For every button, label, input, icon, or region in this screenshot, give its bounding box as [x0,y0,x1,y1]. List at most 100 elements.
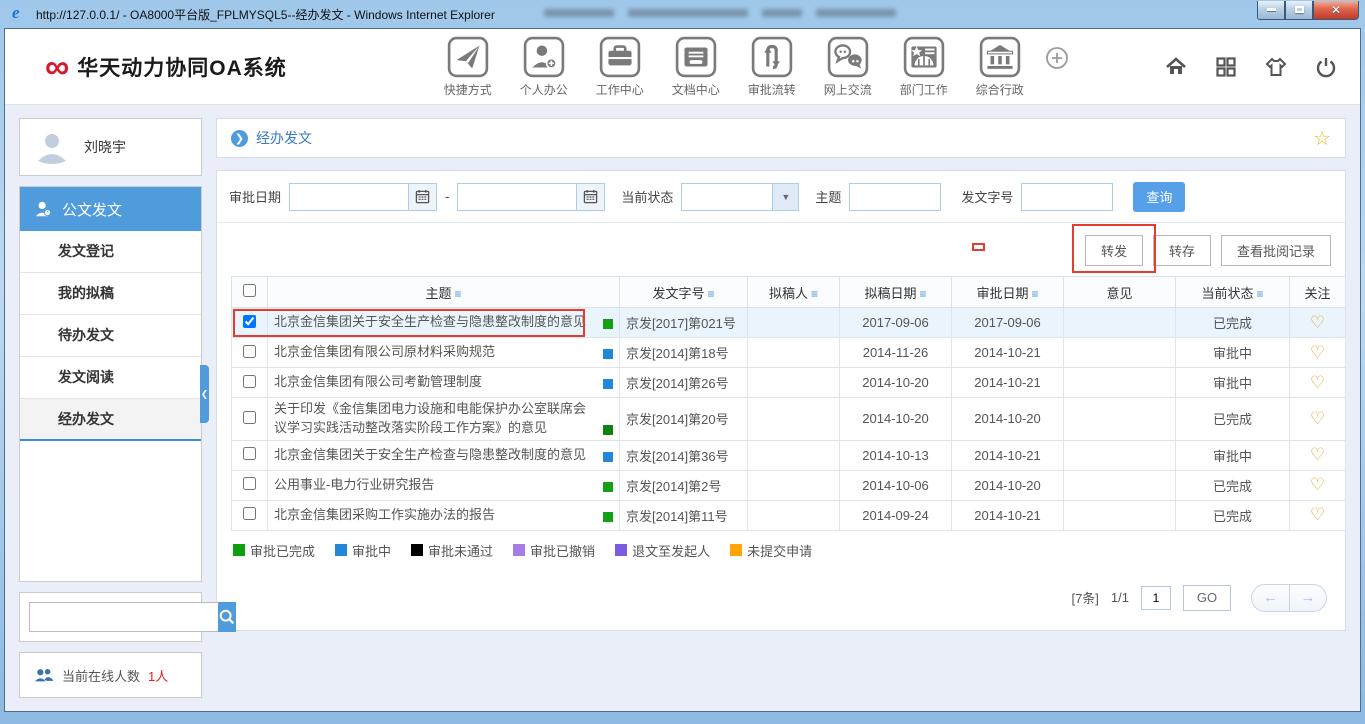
doc-no-filter-label: 发文字号 [961,187,1013,206]
person-doc-icon [34,200,52,218]
column-header[interactable]: 发文字号≡ [620,277,748,308]
chevron-down-icon[interactable]: ▼ [772,184,798,210]
sort-icon[interactable]: ≡ [1257,287,1264,301]
sidebar-search-input[interactable] [29,602,218,632]
sidebar-menu-item[interactable]: 发文阅读 [20,357,201,399]
approve-date-from-input[interactable] [290,184,408,210]
table-row[interactable]: 北京金信集团采购工作实施办法的报告 京发[2014]第11号 2014-09-2… [232,500,1346,530]
sort-icon[interactable]: ≡ [455,287,462,301]
sidebar-menu-item[interactable]: 待办发文 [20,315,201,357]
draft-date: 2014-10-20 [840,398,952,441]
row-checkbox[interactable] [243,507,256,520]
doc-no-filter-input[interactable] [1021,183,1113,211]
column-header[interactable]: 拟稿人≡ [748,277,840,308]
column-header[interactable]: 主题≡ [268,277,620,308]
status-select[interactable]: ▼ [681,183,799,211]
row-checkbox[interactable] [243,315,256,328]
status-square-icon [603,379,613,389]
nav-item-department-work[interactable]: 部门工作 [893,36,955,98]
sidebar-search-button[interactable] [218,602,236,632]
legend-item: 审批未通过 [411,541,493,560]
avatar-icon [32,127,72,167]
go-button[interactable]: GO [1183,585,1231,611]
sort-icon[interactable]: ≡ [920,287,927,301]
column-header: 意见 [1064,277,1176,308]
apps-grid-icon[interactable] [1214,55,1238,79]
nav-item-document-center[interactable]: 文档中心 [665,36,727,98]
close-button[interactable]: ✕ [1313,1,1359,20]
sort-icon[interactable]: ≡ [708,287,715,301]
nav-item-online-chat[interactable]: 网上交流 [817,36,879,98]
restore-button[interactable] [1285,1,1313,20]
favorite-heart-icon[interactable]: ♡ [1310,343,1325,362]
draft-date: 2014-10-06 [840,470,952,500]
sidebar-collapse-handle[interactable]: ❮ [200,365,209,423]
row-checkbox[interactable] [243,375,256,388]
favorite-star-icon[interactable]: ☆ [1313,126,1331,151]
query-button[interactable]: 查询 [1133,182,1185,212]
select-all-header[interactable] [232,277,268,308]
window-title: http://127.0.0.1/ - OA8000平台版_FPLMYSQL5-… [36,6,495,23]
nav-item-approval-flow[interactable]: 审批流转 [741,36,803,98]
sort-icon[interactable]: ≡ [811,287,818,301]
background-window-ghost-title [544,9,896,17]
save-as-button[interactable]: 转存 [1153,235,1211,266]
power-logout-icon[interactable] [1314,55,1338,79]
favorite-heart-icon[interactable]: ♡ [1310,505,1325,524]
sort-icon[interactable]: ≡ [1032,287,1039,301]
doc-number: 京发[2014]第36号 [620,440,748,470]
favorite-heart-icon[interactable]: ♡ [1310,313,1325,332]
table-row[interactable]: 关于印发《金信集团电力设施和电能保护办公室联席会议学习实践活动整改落实阶段工作方… [232,398,1346,441]
prev-page-icon[interactable]: ← [1252,585,1289,611]
favorite-heart-icon[interactable]: ♡ [1310,409,1325,428]
chat-bubbles-icon [827,36,869,78]
filter-bar: 审批日期 - 当前状态 ▼ [217,171,1345,223]
status-square-icon [603,452,613,462]
column-header[interactable]: 拟稿日期≡ [840,277,952,308]
calendar-icon[interactable] [576,184,604,210]
approve-date-to-input[interactable] [458,184,576,210]
calendar-icon[interactable] [408,184,436,210]
opinion [1064,398,1176,441]
row-checkbox[interactable] [243,345,256,358]
page-number-input[interactable] [1141,586,1171,610]
nav-item-shortcuts[interactable]: 快捷方式 [437,36,499,98]
current-status: 已完成 [1176,500,1290,530]
drafter [748,338,840,368]
menu-header-document-dispatch[interactable]: 公文发文 [20,187,201,231]
sidebar-menu-item[interactable]: 发文登记 [20,231,201,273]
row-checkbox[interactable] [243,477,256,490]
home-icon[interactable] [1164,55,1188,79]
view-review-records-button[interactable]: 查看批阅记录 [1221,235,1331,266]
table-row[interactable]: 北京金信集团有限公司原材料采购规范 京发[2014]第18号 2014-11-2… [232,338,1346,368]
forward-button[interactable]: 转发 [1085,235,1143,266]
nav-item-personal-office[interactable]: 个人办公 [513,36,575,98]
table-row[interactable]: 北京金信集团关于安全生产检查与隐患整改制度的意见 京发[2014]第36号 20… [232,440,1346,470]
select-all-checkbox[interactable] [243,284,256,297]
favorite-heart-icon[interactable]: ♡ [1310,445,1325,464]
table-row[interactable]: 北京金信集团关于安全生产检查与隐患整改制度的意见 京发[2017]第021号 2… [232,308,1346,338]
column-header: 关注 [1290,277,1346,308]
favorite-heart-icon[interactable]: ♡ [1310,373,1325,392]
column-header[interactable]: 审批日期≡ [952,277,1064,308]
minimize-button[interactable] [1257,1,1285,20]
nav-item-administration[interactable]: 综合行政 [969,36,1031,98]
row-checkbox[interactable] [243,447,256,460]
next-page-icon[interactable]: → [1289,585,1326,611]
column-header[interactable]: 当前状态≡ [1176,277,1290,308]
table-row[interactable]: 公用事业-电力行业研究报告 京发[2014]第2号 2014-10-06 201… [232,470,1346,500]
page-title: 经办发文 [256,128,312,148]
row-checkbox[interactable] [243,411,256,424]
add-module-icon[interactable] [1045,46,1069,70]
favorite-heart-icon[interactable]: ♡ [1310,475,1325,494]
nav-item-work-center[interactable]: 工作中心 [589,36,651,98]
table-row[interactable]: 北京金信集团有限公司考勤管理制度 京发[2014]第26号 2014-10-20… [232,368,1346,398]
sidebar-menu-item[interactable]: 经办发文 [20,399,201,441]
table-body: 北京金信集团关于安全生产检查与隐患整改制度的意见 京发[2017]第021号 2… [232,308,1346,531]
breadcrumb: ❯ 经办发文 ☆ [216,118,1346,158]
theme-shirt-icon[interactable] [1264,55,1288,79]
opinion [1064,308,1176,338]
sidebar-menu-item[interactable]: 我的拟稿 [20,273,201,315]
subject-filter-input[interactable] [849,183,941,211]
draft-date: 2014-10-13 [840,440,952,470]
